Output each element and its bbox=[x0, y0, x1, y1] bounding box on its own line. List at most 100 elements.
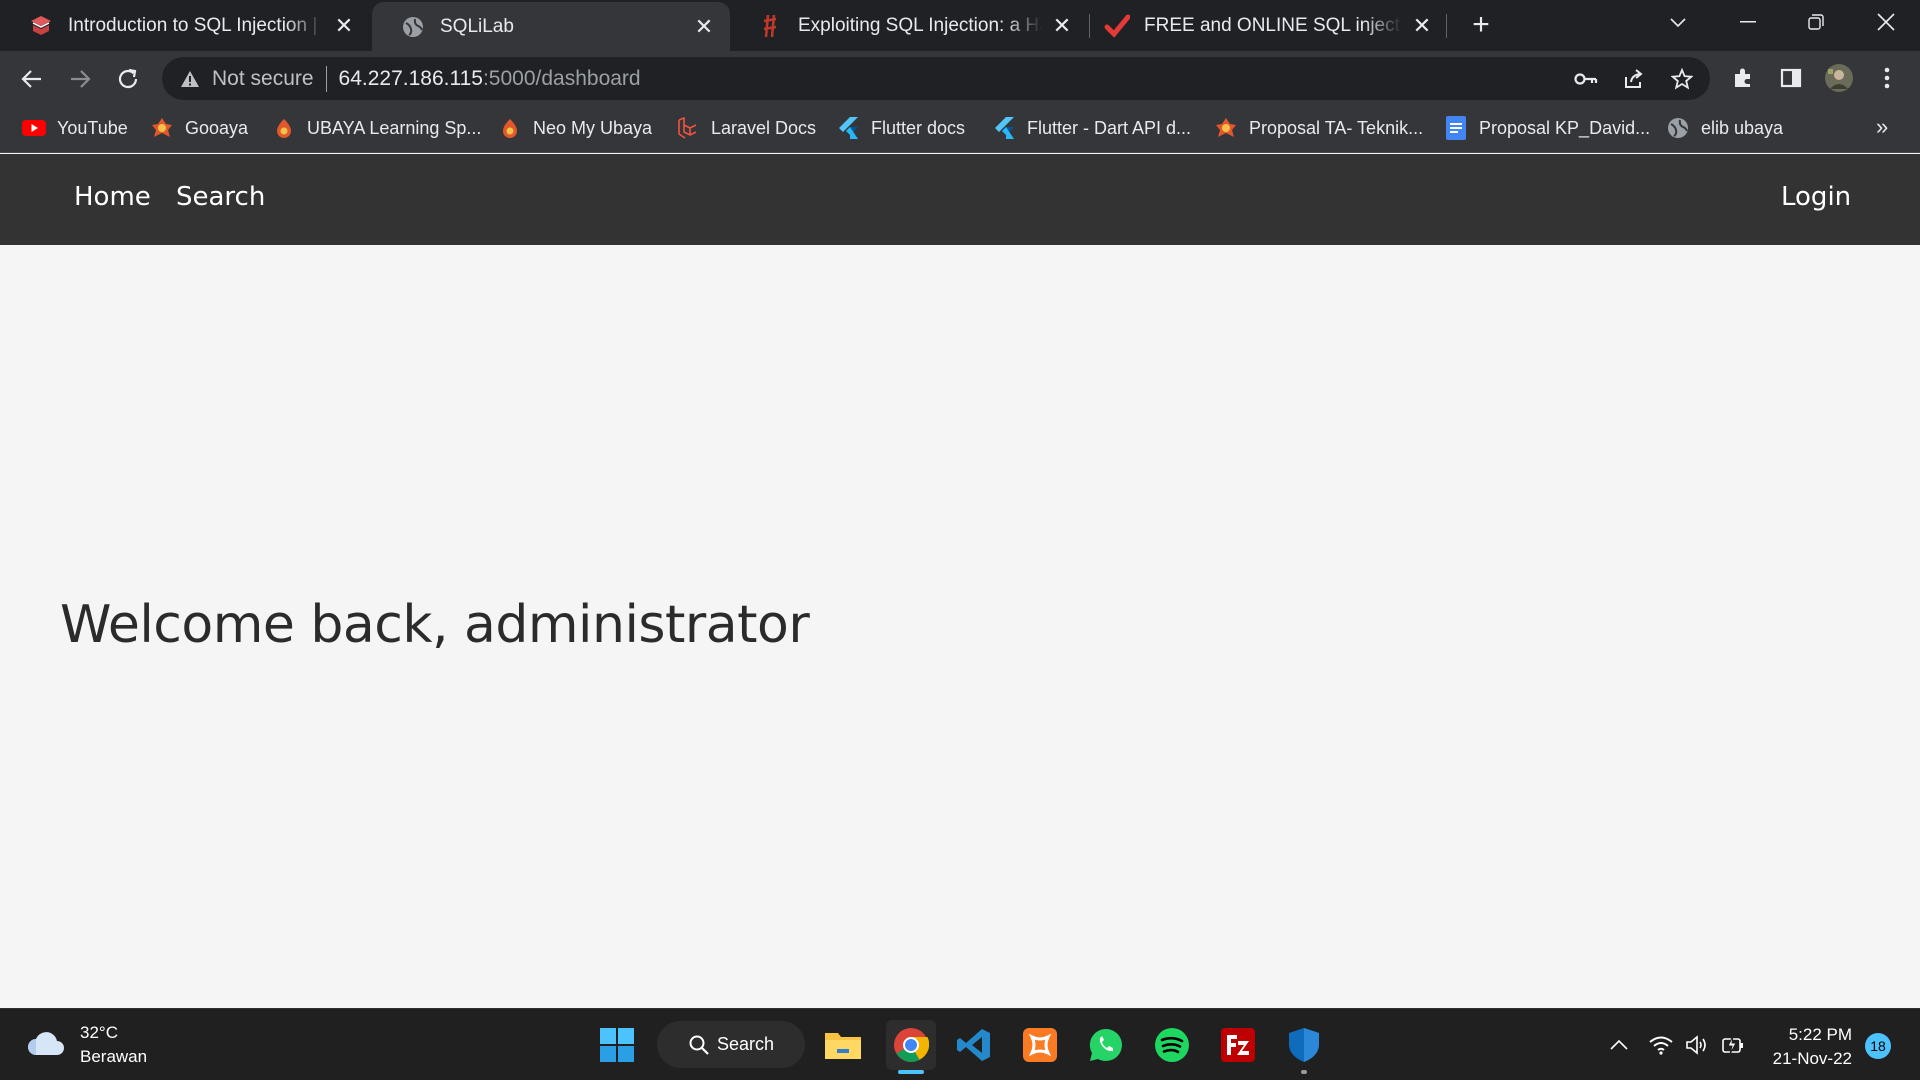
close-icon[interactable]: ✕ bbox=[332, 13, 356, 38]
bookmark-label: UBAYA Learning Sp... bbox=[307, 117, 482, 138]
notification-badge[interactable]: 18 bbox=[1865, 1033, 1891, 1059]
close-window-icon[interactable] bbox=[1856, 0, 1916, 44]
windows-security-shield-icon[interactable] bbox=[1282, 1023, 1326, 1067]
nav-search-link[interactable]: Search bbox=[176, 182, 265, 212]
filezilla-icon[interactable] bbox=[1216, 1023, 1260, 1067]
welcome-heading: Welcome back, administrator bbox=[60, 595, 810, 655]
tab-search-chevron-icon[interactable] bbox=[1648, 0, 1708, 44]
laravel-icon bbox=[676, 116, 700, 140]
system-clock[interactable]: 5:22 PM 21-Nov-22 bbox=[1768, 1023, 1852, 1071]
key-icon[interactable] bbox=[1574, 67, 1598, 91]
clock-time: 5:22 PM bbox=[1788, 1025, 1852, 1044]
bookmark-label: Proposal KP_David... bbox=[1479, 117, 1651, 138]
close-icon[interactable]: ✕ bbox=[1050, 13, 1074, 38]
back-arrow-icon[interactable] bbox=[14, 61, 50, 97]
bookmark-elib-ubaya[interactable]: elib ubaya bbox=[1666, 106, 1783, 150]
tab-exploiting-sql-injection[interactable]: Exploiting SQL Injection: a Hands ✕ bbox=[730, 0, 1088, 51]
tab-introduction-sql-injection[interactable]: Introduction to SQL Injection | St ✕ bbox=[0, 0, 370, 51]
security-label[interactable]: Not secure bbox=[212, 67, 314, 91]
cloud-icon bbox=[26, 1029, 66, 1062]
close-icon[interactable]: ✕ bbox=[1410, 13, 1434, 38]
speaker-icon[interactable] bbox=[1684, 1032, 1710, 1058]
bookmark-proposal-kp[interactable]: Proposal KP_David... bbox=[1444, 106, 1650, 150]
taskbar-search-label: Search bbox=[717, 1034, 775, 1054]
site-navbar: Home Search Login bbox=[0, 154, 1920, 245]
bookmark-flutter-dart-api[interactable]: Flutter - Dart API d... bbox=[992, 106, 1191, 150]
address-bar[interactable]: Not secure 64.227.186.115:5000/dashboard bbox=[162, 57, 1710, 100]
tab-free-online-sql-injection[interactable]: FREE and ONLINE SQL injection S ✕ bbox=[1090, 0, 1448, 51]
reload-icon[interactable] bbox=[110, 61, 146, 97]
flutter-icon bbox=[836, 116, 860, 140]
vscode-icon[interactable] bbox=[952, 1023, 996, 1067]
nav-login-link[interactable]: Login bbox=[1781, 182, 1851, 212]
weather-condition: Berawan bbox=[80, 1047, 148, 1066]
tab-strip: Introduction to SQL Injection | St ✕ SQL… bbox=[0, 0, 1920, 51]
bookmark-laravel-docs[interactable]: Laravel Docs bbox=[676, 106, 816, 150]
url-path: :5000/dashboard bbox=[482, 66, 641, 90]
close-icon[interactable]: ✕ bbox=[692, 14, 716, 39]
bookmarks-overflow-button[interactable]: » bbox=[1876, 114, 1888, 140]
bookmark-label: Laravel Docs bbox=[711, 117, 817, 138]
bookmark-label: Proposal TA- Teknik... bbox=[1249, 117, 1424, 138]
docs-icon bbox=[1444, 116, 1468, 140]
battery-charging-icon[interactable] bbox=[1720, 1032, 1746, 1058]
bookmark-neo-my-ubaya[interactable]: Neo My Ubaya bbox=[498, 106, 652, 150]
tab-title: Introduction to SQL Injection | St bbox=[68, 14, 324, 36]
bookmark-label: Neo My Ubaya bbox=[533, 117, 653, 138]
bookmark-ubaya-learning[interactable]: UBAYA Learning Sp... bbox=[272, 106, 481, 150]
bookmarks-bar: YouTube Gooaya UBAYA Learning Sp... Neo … bbox=[0, 106, 1920, 153]
clock-date: 21-Nov-22 bbox=[1772, 1049, 1852, 1068]
ubaya-icon bbox=[498, 116, 522, 140]
flutter-icon bbox=[992, 116, 1016, 140]
windows-start-icon[interactable] bbox=[595, 1023, 639, 1067]
whatsapp-icon[interactable] bbox=[1084, 1023, 1128, 1067]
kebab-menu-icon[interactable] bbox=[1872, 63, 1902, 93]
checkmark-icon bbox=[1104, 13, 1130, 39]
tab-sqlilab[interactable]: SQLiLab ✕ bbox=[372, 2, 730, 51]
extensions-puzzle-icon[interactable] bbox=[1728, 63, 1758, 93]
windows-taskbar: 32°C Berawan Search 5:22 PM 21-Nov-22 18 bbox=[0, 1008, 1920, 1080]
bookmark-star-icon[interactable] bbox=[1670, 67, 1694, 91]
ubaya-icon bbox=[272, 116, 296, 140]
xampp-icon[interactable] bbox=[1018, 1023, 1062, 1067]
search-icon bbox=[689, 1035, 709, 1055]
taskbar-search-button[interactable]: Search bbox=[657, 1021, 805, 1068]
file-explorer-icon[interactable] bbox=[821, 1023, 865, 1067]
tab-title: FREE and ONLINE SQL injection S bbox=[1144, 14, 1402, 36]
chrome-icon[interactable] bbox=[886, 1020, 936, 1070]
ubaya-icon bbox=[1214, 116, 1238, 140]
bookmark-gooaya[interactable]: Gooaya bbox=[150, 106, 248, 150]
globe-icon bbox=[400, 14, 426, 40]
minimize-icon[interactable] bbox=[1718, 0, 1778, 44]
security-running-indicator bbox=[1301, 1070, 1307, 1074]
omnibox-divider bbox=[325, 65, 327, 92]
spotify-icon[interactable] bbox=[1150, 1023, 1194, 1067]
page-content: Welcome back, administrator bbox=[0, 245, 1920, 1008]
nav-home-link[interactable]: Home bbox=[74, 182, 151, 212]
ubaya-icon bbox=[150, 116, 174, 140]
side-panel-icon[interactable] bbox=[1776, 63, 1806, 93]
bookmark-flutter-docs[interactable]: Flutter docs bbox=[836, 106, 965, 150]
wifi-icon[interactable] bbox=[1648, 1032, 1674, 1058]
tab-title: Exploiting SQL Injection: a Hands bbox=[798, 14, 1042, 36]
globe-icon bbox=[1666, 116, 1690, 140]
bookmark-label: Gooaya bbox=[185, 117, 249, 138]
new-tab-button[interactable]: + bbox=[1466, 8, 1496, 41]
weather-temperature: 32°C bbox=[80, 1023, 118, 1042]
chevron-up-icon[interactable] bbox=[1606, 1032, 1632, 1058]
bookmark-label: Flutter docs bbox=[871, 117, 966, 138]
bookmark-label: Flutter - Dart API d... bbox=[1027, 117, 1192, 138]
weather-widget[interactable]: 32°C Berawan bbox=[26, 1021, 147, 1069]
chrome-active-indicator bbox=[898, 1070, 924, 1074]
bookmark-youtube[interactable]: YouTube bbox=[22, 106, 128, 150]
book-icon bbox=[28, 13, 54, 39]
url-host: 64.227.186.115 bbox=[338, 66, 483, 90]
forward-arrow-icon[interactable] bbox=[62, 61, 98, 97]
bookmark-proposal-ta[interactable]: Proposal TA- Teknik... bbox=[1214, 106, 1423, 150]
warning-icon[interactable] bbox=[178, 67, 202, 91]
share-icon[interactable] bbox=[1622, 67, 1646, 91]
restore-icon[interactable] bbox=[1786, 0, 1846, 44]
browser-toolbar: Not secure 64.227.186.115:5000/dashboard bbox=[0, 51, 1920, 106]
youtube-icon bbox=[22, 116, 46, 140]
profile-avatar[interactable] bbox=[1824, 63, 1854, 93]
